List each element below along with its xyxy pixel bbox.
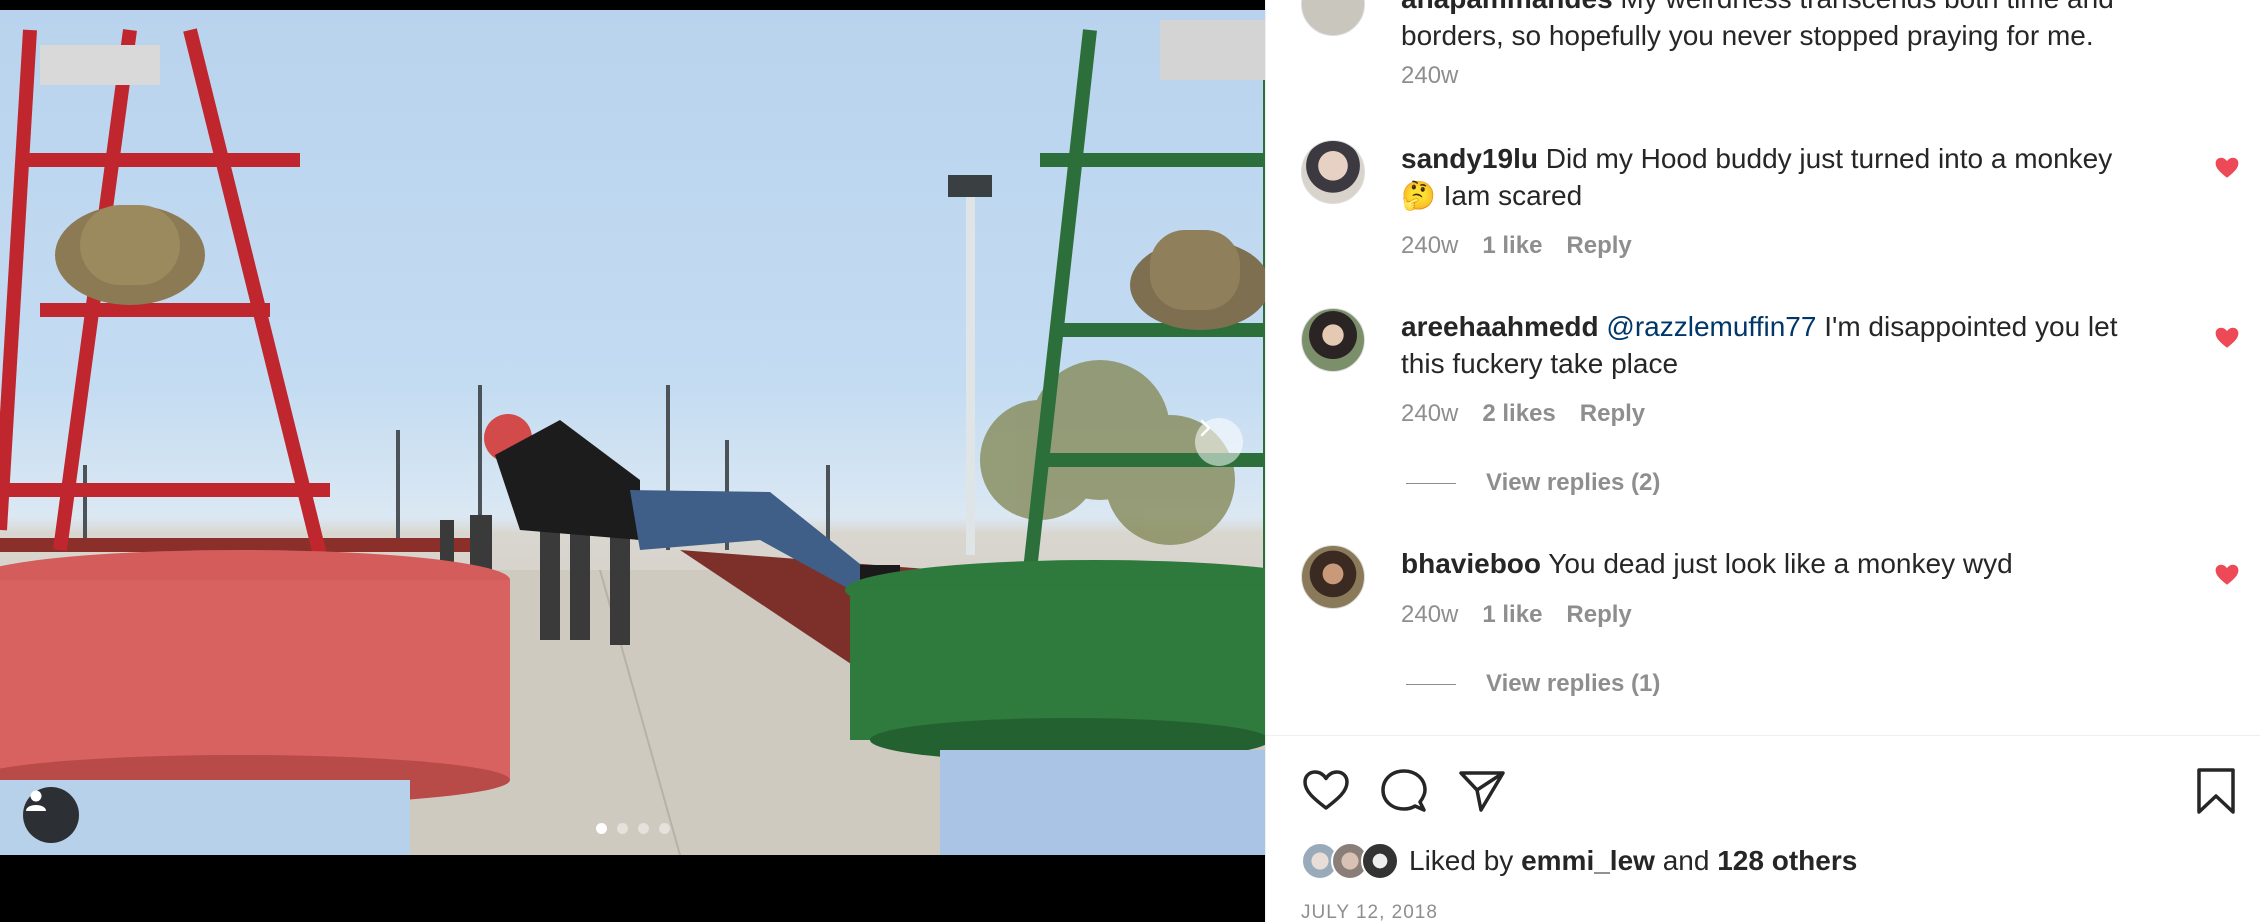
comment-meta: 240w 1 like Reply — [1401, 601, 1632, 629]
reply-button[interactable]: Reply — [1566, 601, 1631, 629]
post-media — [0, 0, 1265, 922]
reply-button[interactable]: Reply — [1566, 232, 1631, 260]
comment-text: sandy19lu Did my Hood buddy just turned … — [1401, 140, 2181, 214]
comment-meta: 240w 1 like Reply — [1401, 232, 1632, 260]
comment-text: areehaahmedd @razzlemuffin77 I'm disappo… — [1401, 308, 2181, 382]
carousel-dot — [617, 823, 628, 834]
comment-icon[interactable] — [1379, 766, 1429, 816]
comment-time[interactable]: 240w — [1401, 232, 1458, 260]
share-icon[interactable] — [1457, 766, 1507, 816]
carousel-dot — [596, 823, 607, 834]
liked-by-user-link[interactable]: emmi_lew — [1521, 845, 1655, 876]
avatar[interactable] — [1301, 0, 1365, 36]
heart-icon[interactable] — [1301, 766, 1351, 816]
comment-body: You dead just look like a monkey wyd — [1548, 548, 2013, 579]
post-actions-bar — [1266, 760, 2260, 820]
comment-likes[interactable]: 1 like — [1482, 601, 1542, 629]
heart-filled-icon[interactable] — [2214, 562, 2240, 588]
heart-filled-icon[interactable] — [2214, 155, 2240, 181]
replies-divider-line — [1406, 482, 1456, 484]
liked-by-summary: Liked by emmi_lew and 128 others — [1301, 842, 1857, 880]
section-divider — [1266, 735, 2260, 736]
comment-text: anapammandes My weirdness transcends bot… — [1401, 0, 2181, 54]
comment-time[interactable]: 240w — [1401, 601, 1458, 629]
tagged-users-button[interactable] — [23, 787, 79, 843]
comment-likes[interactable]: 1 like — [1482, 232, 1542, 260]
comment-username[interactable]: areehaahmedd — [1401, 311, 1599, 342]
post-date[interactable]: JULY 12, 2018 — [1301, 902, 1438, 922]
view-replies-label: View replies (2) — [1486, 469, 1661, 496]
liked-by-text: Liked by emmi_lew and 128 others — [1409, 845, 1857, 877]
view-replies-button[interactable]: View replies (2) — [1406, 469, 1660, 497]
next-arrow-icon — [1200, 419, 1211, 437]
heart-filled-icon[interactable] — [2214, 325, 2240, 351]
photo-illustration — [0, 20, 1265, 855]
comment-body: borders, so hopefully you never stopped … — [1401, 20, 2094, 51]
comment-body: 🤔 Iam scared — [1401, 180, 1583, 211]
carousel-dot — [659, 823, 670, 834]
comment-mention-link[interactable]: @razzlemuffin77 — [1606, 311, 1816, 342]
user-tag-icon — [26, 790, 46, 811]
view-replies-label: View replies (1) — [1486, 670, 1661, 697]
bookmark-icon[interactable] — [2191, 766, 2241, 816]
carousel-indicator — [596, 823, 670, 834]
comment-username[interactable]: anapammandes — [1401, 0, 1613, 14]
comment-body: Did my Hood buddy just turned into a mon… — [1545, 143, 2113, 174]
view-replies-button[interactable]: View replies (1) — [1406, 670, 1660, 698]
comment-time[interactable]: 240w — [1401, 400, 1458, 428]
liked-by-and: and — [1662, 845, 1710, 876]
comments-panel: anapammandes My weirdness transcends bot… — [1265, 0, 2260, 922]
avatar[interactable] — [1301, 308, 1365, 372]
post-photo — [0, 10, 1265, 855]
comment-body: My weirdness transcends both time and — [1620, 0, 2113, 14]
comment-text: bhavieboo You dead just look like a monk… — [1401, 545, 2181, 582]
liked-by-prefix: Liked by — [1409, 845, 1514, 876]
avatar[interactable] — [1301, 545, 1365, 609]
avatar[interactable] — [1301, 140, 1365, 204]
comment-time[interactable]: 240w — [1401, 62, 1458, 90]
comment-body: I'm disappointed you let — [1824, 311, 2118, 342]
reply-button[interactable]: Reply — [1580, 400, 1645, 428]
replies-divider-line — [1406, 683, 1456, 685]
avatar — [1361, 842, 1399, 880]
comment-body: this fuckery take place — [1401, 348, 1679, 379]
carousel-dot — [638, 823, 649, 834]
comment-meta: 240w — [1401, 62, 1458, 90]
comment-username[interactable]: sandy19lu — [1401, 143, 1538, 174]
next-photo-button[interactable] — [1195, 418, 1243, 466]
comment-likes[interactable]: 2 likes — [1482, 400, 1555, 428]
comment-meta: 240w 2 likes Reply — [1401, 400, 1645, 428]
liked-by-others-link[interactable]: 128 others — [1717, 845, 1857, 876]
comment-username[interactable]: bhavieboo — [1401, 548, 1541, 579]
